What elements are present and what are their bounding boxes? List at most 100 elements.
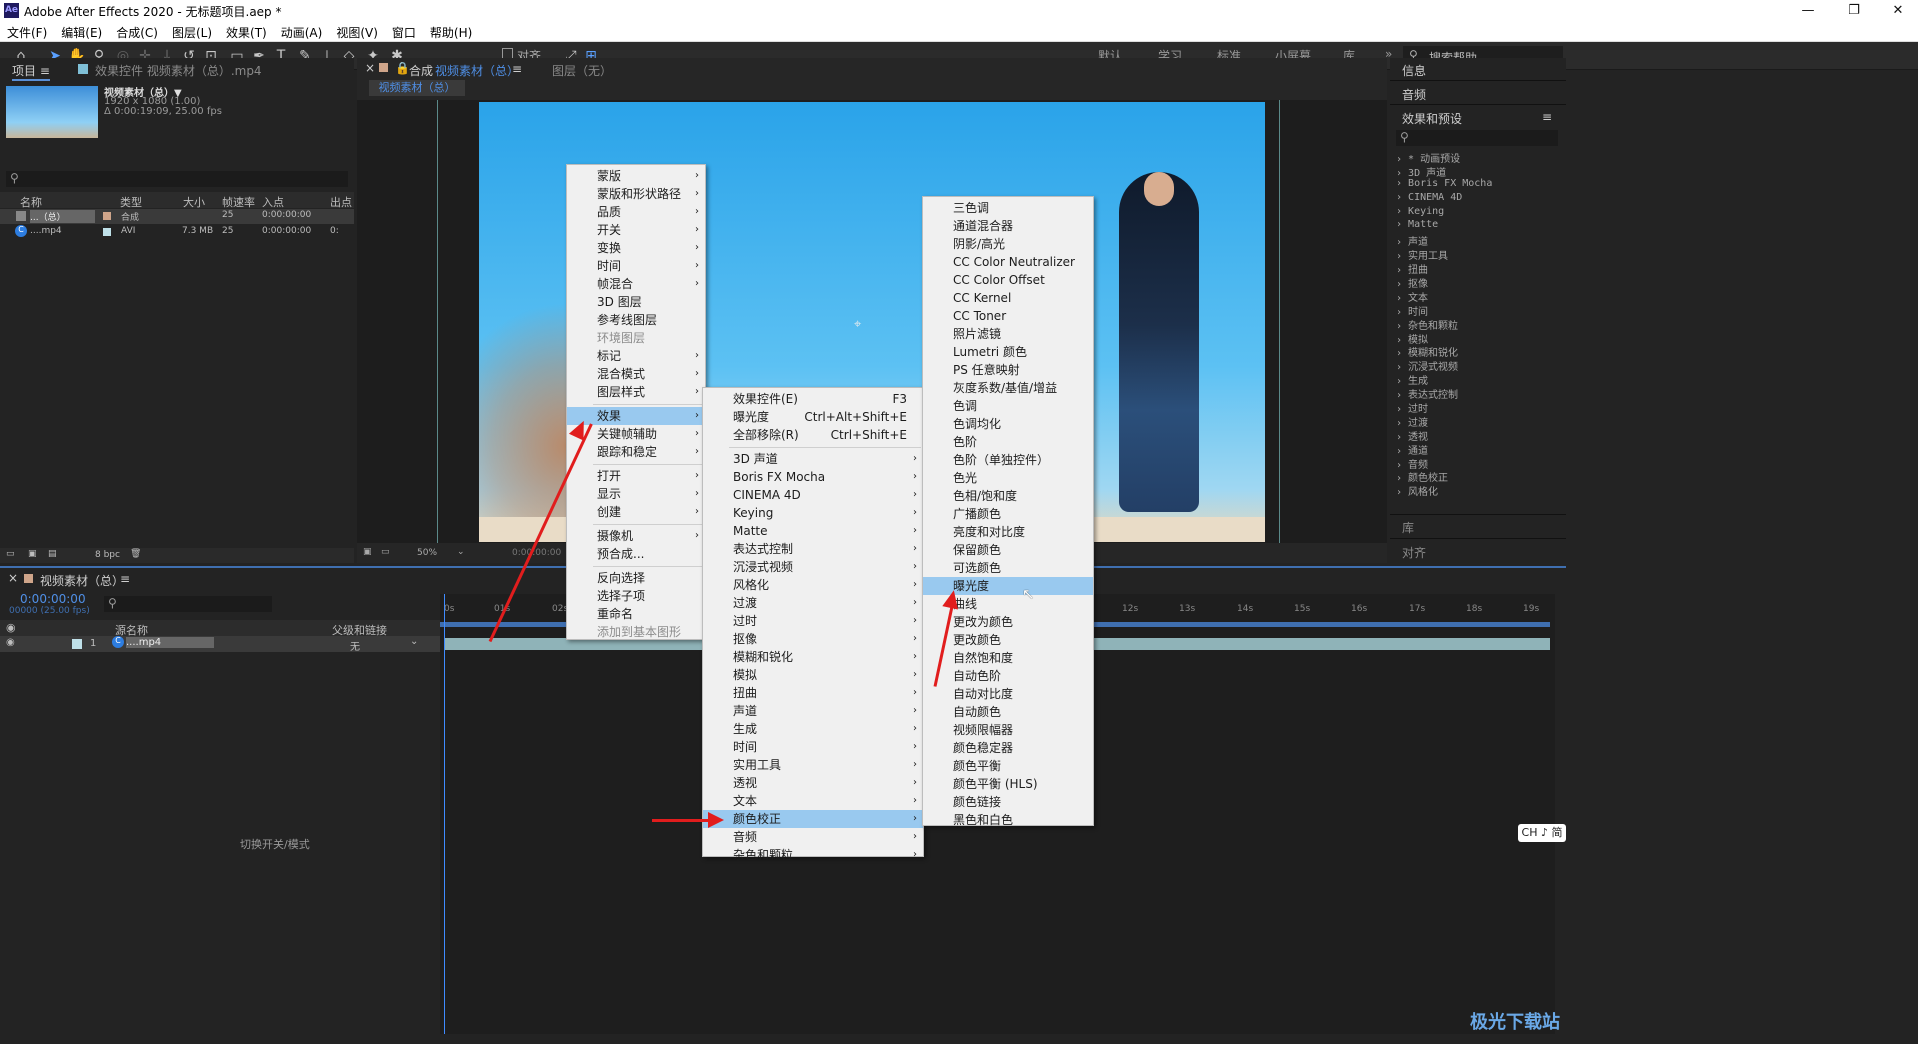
menu-item[interactable]: 色调 — [923, 397, 1093, 415]
effects-category[interactable]: › 模拟 — [1396, 331, 1561, 346]
menu-item[interactable]: 生成 › — [703, 720, 923, 738]
effects-category[interactable]: › 生成 — [1396, 372, 1561, 387]
menu-item[interactable]: 过渡 › — [703, 594, 923, 612]
table-row[interactable]: C ....mp4 AVI 7.3 MB 25 0:00:00:00 0: — [0, 225, 354, 240]
playhead[interactable] — [444, 594, 445, 1034]
menu-item[interactable]: 自动颜色 — [923, 703, 1093, 721]
effects-category[interactable]: › 通道 — [1396, 442, 1561, 457]
effects-category[interactable]: › 模糊和锐化 — [1396, 344, 1561, 359]
menu-item[interactable]: 可选颜色 — [923, 559, 1093, 577]
ime-indicator[interactable]: CH ♪ 简 — [1518, 824, 1566, 842]
timeline-menu-icon[interactable]: ≡ — [120, 572, 130, 586]
menu-item[interactable]: 蒙版和形状路径 › — [567, 185, 705, 203]
close-button[interactable]: ✕ — [1878, 0, 1918, 21]
menu-item[interactable]: 显示 › — [567, 485, 705, 503]
effects-presets-tab[interactable]: 效果和预设 — [1402, 110, 1462, 127]
trash-icon[interactable]: 🗑 — [130, 549, 141, 559]
magnify-icon[interactable]: ▣ — [363, 547, 372, 557]
panel-menu-icon[interactable]: ≡ — [1542, 110, 1552, 124]
menu-item[interactable]: 颜色链接 — [923, 793, 1093, 811]
effects-category[interactable]: › 颜色校正 — [1396, 469, 1561, 484]
menu-item[interactable]: 反向选择 — [567, 569, 705, 587]
menu-help[interactable]: 帮助(H) — [423, 21, 479, 41]
menu-item[interactable]: CC Kernel — [923, 289, 1093, 307]
menu-item[interactable]: 重命名 — [567, 605, 705, 623]
menu-item[interactable]: 音频 › — [703, 828, 923, 846]
menu-item[interactable]: 三色调 — [923, 199, 1093, 217]
menu-item[interactable]: 通道混合器 — [923, 217, 1093, 235]
menu-item[interactable]: Lumetri 颜色 — [923, 343, 1093, 361]
menu-item[interactable]: 效果控件(E) F3 — [703, 390, 923, 408]
menu-item[interactable]: 跟踪和稳定 › — [567, 443, 705, 461]
layer-tab[interactable]: 图层（无） — [552, 62, 612, 79]
menu-item[interactable]: 自动对比度 — [923, 685, 1093, 703]
menu-item[interactable]: 表达式控制 › — [703, 540, 923, 558]
menu-item[interactable]: 风格化 › — [703, 576, 923, 594]
menu-item[interactable]: 视频限幅器 — [923, 721, 1093, 739]
menu-item[interactable]: Keying › — [703, 504, 923, 522]
parent-select[interactable]: 无 — [350, 638, 360, 653]
menu-item[interactable]: 色阶 — [923, 433, 1093, 451]
table-row[interactable]: ...（总） 合成 25 0:00:00:00 — [0, 209, 354, 224]
lock-icon[interactable]: 🔒 — [395, 61, 410, 75]
menu-item[interactable]: 模糊和锐化 › — [703, 648, 923, 666]
folder-icon[interactable]: ▣ — [28, 549, 37, 559]
audio-tab[interactable]: 音频 — [1402, 86, 1426, 103]
menu-item[interactable]: 品质 › — [567, 203, 705, 221]
timeline-search-input[interactable]: ⚲ — [104, 596, 272, 612]
menu-effect[interactable]: 效果(T) — [219, 21, 274, 41]
comp-menu-icon[interactable]: ≡ — [512, 62, 522, 76]
menu-item[interactable]: 广播颜色 — [923, 505, 1093, 523]
menu-item[interactable]: 色阶（单独控件） — [923, 451, 1093, 469]
menu-item[interactable]: 照片滤镜 — [923, 325, 1093, 343]
chevron-down-icon[interactable]: ⌄ — [410, 636, 418, 647]
effects-category[interactable]: › 3D 声道 — [1396, 164, 1561, 179]
chevron-down-icon[interactable]: ⌄ — [457, 547, 465, 557]
menu-item[interactable]: 选择子项 — [567, 587, 705, 605]
menu-item[interactable]: 色调均化 — [923, 415, 1093, 433]
menu-item[interactable]: Matte › — [703, 522, 923, 540]
comp-tab-prefix[interactable]: 合成 — [409, 62, 433, 79]
info-tab[interactable]: 信息 — [1402, 62, 1426, 79]
effects-category[interactable]: › 风格化 — [1396, 483, 1561, 498]
project-search-input[interactable]: ⚲ — [6, 171, 348, 187]
menu-item[interactable]: 标记 › — [567, 347, 705, 365]
menu-item[interactable]: 图层样式 › — [567, 383, 705, 401]
menu-item[interactable]: 颜色校正 › — [703, 810, 923, 828]
menu-item[interactable]: 混合模式 › — [567, 365, 705, 383]
menu-item[interactable]: 创建 › — [567, 503, 705, 521]
layer-row[interactable]: ◉ 1 C ....mp4 无 ⌄ — [0, 636, 440, 653]
menu-item[interactable]: 曝光度 Ctrl+Alt+Shift+E — [703, 408, 923, 426]
comp-breadcrumb[interactable]: 视频素材（总） — [369, 80, 465, 96]
effects-category[interactable]: › * 动画预设 — [1396, 150, 1561, 165]
interpret-icon[interactable]: ▭ — [6, 549, 15, 559]
menu-item[interactable]: 时间 › — [703, 738, 923, 756]
effects-category[interactable]: › Matte — [1396, 219, 1561, 233]
menu-item[interactable]: 透视 › — [703, 774, 923, 792]
timeline-tab[interactable]: 视频素材（总） — [40, 572, 124, 589]
effects-category[interactable]: › 透视 — [1396, 428, 1561, 443]
comp-tab[interactable]: 视频素材（总） — [435, 62, 519, 79]
menu-composition[interactable]: 合成(C) — [109, 21, 165, 41]
effects-category[interactable]: › 音频 — [1396, 456, 1561, 471]
effects-category[interactable]: › 杂色和颗粒 — [1396, 317, 1561, 332]
effects-category[interactable]: › 文本 — [1396, 289, 1561, 304]
timeline-close-icon[interactable]: × — [8, 571, 18, 585]
monitor-icon[interactable]: ▭ — [381, 547, 390, 557]
effects-category[interactable]: › Boris FX Mocha — [1396, 178, 1561, 192]
eye-icon[interactable]: ◉ — [6, 637, 15, 648]
menu-item[interactable]: 杂色和颗粒 › — [703, 846, 923, 864]
menu-item[interactable]: 蒙版 › — [567, 167, 705, 185]
minimize-button[interactable]: — — [1788, 0, 1828, 21]
menu-layer[interactable]: 图层(L) — [165, 21, 219, 41]
col-in[interactable]: 入点 — [262, 194, 284, 210]
menu-edit[interactable]: 编辑(E) — [54, 21, 109, 41]
menu-item[interactable]: 声道 › — [703, 702, 923, 720]
menu-item[interactable]: 过时 › — [703, 612, 923, 630]
menu-item[interactable]: 自动色阶 — [923, 667, 1093, 685]
menu-item[interactable]: 摄像机 › — [567, 527, 705, 545]
col-name[interactable]: 名称 — [20, 194, 42, 210]
menu-item[interactable]: 预合成... — [567, 545, 705, 563]
effects-controls-tab[interactable]: 效果控件 视频素材（总）.mp4 — [95, 62, 262, 79]
menu-item[interactable]: 帧混合 › — [567, 275, 705, 293]
